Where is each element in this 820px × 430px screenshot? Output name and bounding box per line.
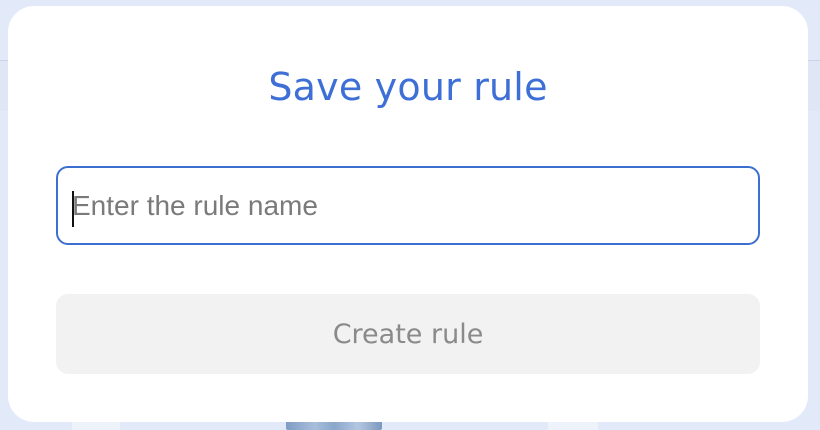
dialog-title: Save your rule <box>268 65 548 109</box>
text-cursor <box>72 191 74 227</box>
rule-name-field[interactable] <box>56 166 760 245</box>
create-rule-button[interactable]: Create rule <box>56 294 760 374</box>
save-rule-dialog: Save your rule Create rule <box>8 6 808 422</box>
rule-name-input[interactable] <box>58 168 758 243</box>
